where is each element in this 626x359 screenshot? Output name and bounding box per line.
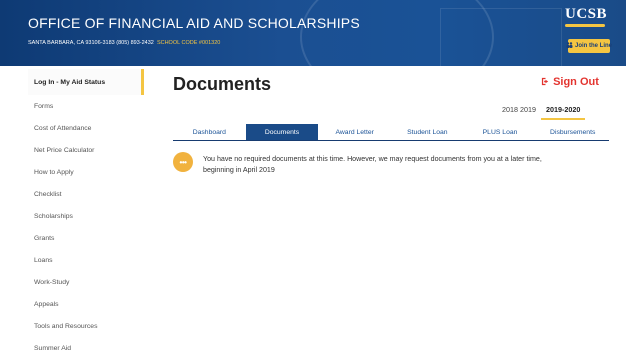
join-the-line-button[interactable]: Join the Line	[566, 39, 613, 53]
sidebar-item-scholarships[interactable]: Scholarships	[28, 205, 144, 227]
more-dots-icon: •••	[173, 152, 193, 172]
sidebar-item-forms[interactable]: Forms	[28, 95, 144, 117]
sidebar-item-net-price-calculator[interactable]: Net Price Calculator	[28, 139, 144, 161]
sign-out-icon	[541, 76, 553, 88]
ucsb-logo-wave	[565, 24, 605, 27]
sidebar-item-loans[interactable]: Loans	[28, 249, 144, 271]
tab-award-letter[interactable]: Award Letter	[318, 124, 391, 140]
people-icon	[566, 42, 573, 50]
tab-documents[interactable]: Documents	[245, 124, 319, 140]
tab-dashboard[interactable]: Dashboard	[173, 124, 246, 140]
office-title[interactable]: OFFICE OF FINANCIAL AID AND SCHOLARSHIPS	[28, 15, 360, 31]
tab-plus-loan[interactable]: PLUS Loan	[464, 124, 537, 140]
award-year-selector: 2018 2019 2019-2020	[497, 103, 586, 120]
sign-out-label: Sign Out	[553, 76, 599, 88]
year-2019-2020[interactable]: 2019-2020	[540, 103, 586, 120]
sign-out-button[interactable]: Sign Out	[541, 76, 599, 88]
sidebar-item-cost-of-attendance[interactable]: Cost of Attendance	[28, 117, 144, 139]
sidebar-item-grants[interactable]: Grants	[28, 227, 144, 249]
notice-message: You have no required documents at this t…	[203, 155, 542, 174]
tab-disbursements[interactable]: Disbursements	[536, 124, 609, 140]
year-2018-2019[interactable]: 2018 2019	[497, 103, 541, 120]
join-the-line-label: Join the Line	[575, 43, 613, 49]
ucsb-logo[interactable]: UCSB	[565, 6, 607, 23]
office-contact: SANTA BARBARA, CA 93106-3183 (805) 893-2…	[28, 40, 220, 46]
sidebar-item-log-in[interactable]: Log In - My Aid Status	[28, 69, 144, 95]
office-address: SANTA BARBARA, CA 93106-3183 (805) 893-2…	[28, 40, 154, 46]
site-header: OFFICE OF FINANCIAL AID AND SCHOLARSHIPS…	[0, 0, 626, 66]
school-code: SCHOOL CODE #001320	[156, 40, 221, 46]
building-watermark	[440, 8, 562, 66]
tab-student-loan[interactable]: Student Loan	[391, 124, 464, 140]
sidebar-item-summer-aid[interactable]: Summer Aid	[28, 337, 144, 359]
aid-tabs: Dashboard Documents Award Letter Student…	[173, 124, 609, 141]
sidebar-item-how-to-apply[interactable]: How to Apply	[28, 161, 144, 183]
sidebar-item-appeals[interactable]: Appeals	[28, 293, 144, 315]
sidebar-item-checklist[interactable]: Checklist	[28, 183, 144, 205]
page-title: Documents	[173, 74, 272, 94]
sidebar-nav: Log In - My Aid Status Forms Cost of Att…	[28, 69, 144, 359]
sidebar-item-work-study[interactable]: Work-Study	[28, 271, 144, 293]
sidebar-item-tools-and-resources[interactable]: Tools and Resources	[28, 315, 144, 337]
